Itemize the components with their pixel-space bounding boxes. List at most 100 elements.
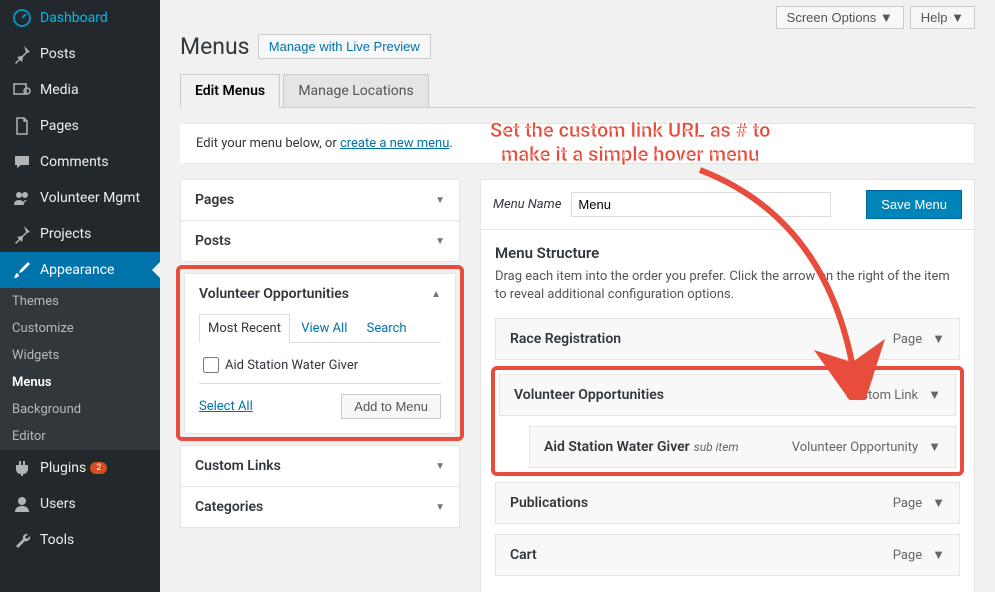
chevron-down-icon: ▼: [435, 461, 445, 472]
accordion-head-categories[interactable]: Categories▼: [181, 487, 459, 527]
sidebar-item-volunteer-mgmt[interactable]: Volunteer Mgmt: [0, 180, 160, 216]
tab-edit-menus[interactable]: Edit Menus: [180, 74, 280, 108]
pin-icon: [12, 44, 32, 64]
help-button[interactable]: Help ▼: [910, 6, 975, 29]
accordion-head-posts[interactable]: Posts▼: [181, 221, 459, 261]
menu-item-title: Aid Station Water Giver: [544, 439, 690, 455]
menu-item-title: Volunteer Opportunities: [514, 387, 664, 403]
sidebar-item-label: Plugins: [40, 460, 86, 476]
chevron-down-icon: ▼: [435, 502, 445, 513]
menu-item-checkbox-row[interactable]: Aid Station Water Giver: [199, 353, 441, 383]
menu-item-type: Volunteer Opportunity: [792, 440, 918, 455]
menu-name-label: Menu Name: [493, 197, 561, 212]
page-title: Menus: [180, 33, 250, 60]
brush-icon: [12, 260, 32, 280]
sidebar-item-label: Posts: [40, 46, 76, 62]
sub-item-widgets[interactable]: Widgets: [0, 342, 160, 369]
menu-editor-column: Menu Name Save Menu Menu Structure Drag …: [480, 179, 975, 592]
page-icon: [12, 116, 32, 136]
sidebar-item-comments[interactable]: Comments: [0, 144, 160, 180]
accordion-head-custom-links[interactable]: Custom Links▼: [181, 446, 459, 486]
subtab-most-recent[interactable]: Most Recent: [199, 314, 290, 343]
accordion-posts: Posts▼: [180, 220, 460, 262]
chevron-down-icon: ▼: [435, 195, 445, 206]
sidebar-item-pages[interactable]: Pages: [0, 108, 160, 144]
comment-icon: [12, 152, 32, 172]
menu-item-sublabel: sub item: [694, 440, 739, 454]
subtabs: Most Recent View All Search: [199, 314, 441, 343]
topbar: Screen Options ▼ Help ▼: [180, 0, 975, 33]
live-preview-button[interactable]: Manage with Live Preview: [258, 34, 431, 59]
tab-manage-locations[interactable]: Manage Locations: [283, 74, 428, 108]
main-content: Screen Options ▼ Help ▼ Menus Manage wit…: [160, 0, 995, 592]
sidebar-item-posts[interactable]: Posts: [0, 36, 160, 72]
sidebar-item-label: Tools: [40, 532, 74, 548]
menu-item-row[interactable]: Race Registration Page ▼: [495, 318, 960, 360]
sidebar-item-dashboard[interactable]: Dashboard: [0, 0, 160, 36]
add-items-column: Pages▼ Posts▼ Volunteer Opportunities▲ M…: [180, 179, 460, 592]
sidebar-item-label: Pages: [40, 118, 79, 134]
sidebar-item-label: Media: [40, 82, 79, 98]
sidebar-item-appearance[interactable]: Appearance: [0, 252, 160, 288]
menu-item-row-sub[interactable]: Aid Station Water Giver sub item Voluntee…: [529, 426, 956, 468]
chevron-down-icon[interactable]: ▼: [928, 439, 941, 455]
menu-item-type: Custom Link: [846, 388, 918, 403]
chevron-down-icon[interactable]: ▼: [928, 387, 941, 403]
create-menu-link[interactable]: create a new menu: [340, 136, 449, 151]
sidebar-item-label: Appearance: [40, 262, 114, 278]
notice-suffix: .: [449, 136, 452, 151]
menu-structure-title: Menu Structure: [495, 244, 960, 262]
menu-item-checkbox[interactable]: [203, 357, 219, 373]
sidebar-item-media[interactable]: Media: [0, 72, 160, 108]
notice-text: Edit your menu below, or: [196, 136, 340, 151]
accordion-pages: Pages▼: [180, 179, 460, 221]
menu-name-bar: Menu Name Save Menu: [480, 179, 975, 230]
select-all-link[interactable]: Select All: [199, 399, 253, 414]
sub-item-menus[interactable]: Menus: [0, 369, 160, 396]
sidebar-item-label: Projects: [40, 226, 91, 242]
chevron-down-icon[interactable]: ▼: [932, 331, 945, 347]
menu-item-type: Page: [893, 332, 922, 347]
chevron-up-icon: ▲: [431, 289, 441, 300]
menu-item-row[interactable]: Publications Page ▼: [495, 482, 960, 524]
sidebar-item-users[interactable]: Users: [0, 486, 160, 522]
menu-item-row[interactable]: Cart Page ▼: [495, 534, 960, 576]
notice: Edit your menu below, or create a new me…: [180, 123, 975, 164]
subtab-search[interactable]: Search: [359, 315, 415, 342]
plugin-icon: [12, 458, 32, 478]
sidebar-item-label: Users: [40, 496, 76, 512]
chevron-down-icon[interactable]: ▼: [932, 547, 945, 563]
sidebar-item-label: Comments: [40, 154, 109, 170]
chevron-down-icon[interactable]: ▼: [932, 495, 945, 511]
sub-item-themes[interactable]: Themes: [0, 288, 160, 315]
menu-structure-desc: Drag each item into the order you prefer…: [495, 268, 960, 304]
chevron-down-icon: ▼: [435, 236, 445, 247]
menu-item-row[interactable]: Volunteer Opportunities Custom Link ▼: [499, 374, 956, 416]
menu-item-title: Race Registration: [510, 331, 621, 347]
accordion-categories: Categories▼: [180, 486, 460, 528]
sidebar-item-projects[interactable]: Projects: [0, 216, 160, 252]
sub-item-background[interactable]: Background: [0, 396, 160, 423]
menu-name-input[interactable]: [571, 192, 831, 217]
sub-item-editor[interactable]: Editor: [0, 423, 160, 450]
sidebar-item-label: Dashboard: [40, 10, 108, 26]
sidebar-item-tools[interactable]: Tools: [0, 522, 160, 558]
menu-item-type: Page: [893, 548, 922, 563]
accordion-volunteer-opportunities: Volunteer Opportunities▲ Most Recent Vie…: [184, 273, 456, 434]
subtab-view-all[interactable]: View All: [293, 315, 355, 342]
user-icon: [12, 494, 32, 514]
save-menu-button[interactable]: Save Menu: [866, 190, 962, 219]
accordion-head-pages[interactable]: Pages▼: [181, 180, 459, 220]
menu-item-title: Cart: [510, 547, 537, 563]
tools-icon: [12, 530, 32, 550]
screen-options-button[interactable]: Screen Options ▼: [776, 6, 904, 29]
add-to-menu-button[interactable]: Add to Menu: [341, 394, 441, 419]
pin-icon: [12, 224, 32, 244]
menu-item-type: Page: [893, 496, 922, 511]
menu-item-title: Publications: [510, 495, 588, 511]
users-icon: [12, 188, 32, 208]
sub-item-customize[interactable]: Customize: [0, 315, 160, 342]
sidebar-item-label: Volunteer Mgmt: [40, 190, 140, 206]
sidebar-item-plugins[interactable]: Plugins2: [0, 450, 160, 486]
accordion-head-vol-opp[interactable]: Volunteer Opportunities▲: [185, 274, 455, 314]
